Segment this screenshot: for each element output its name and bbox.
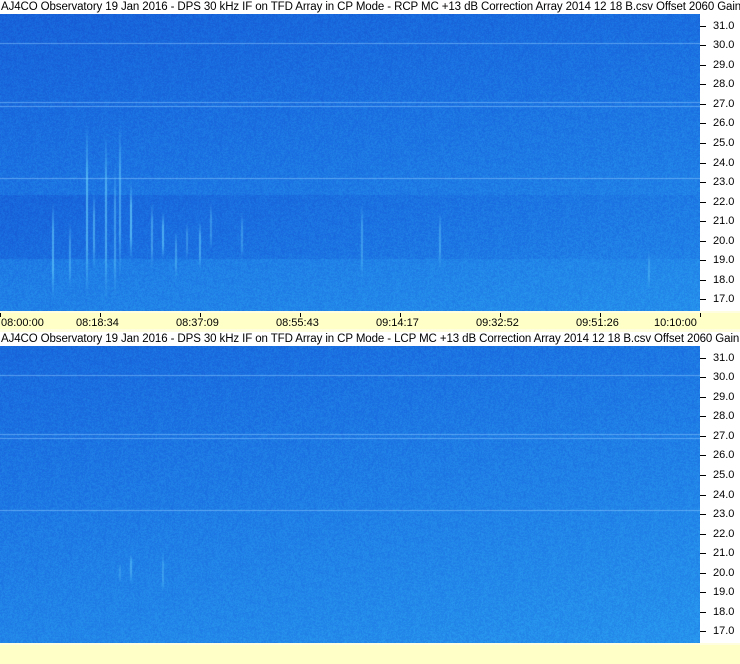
freq-tick-label: 28.0 — [713, 78, 735, 91]
freq-tick-mark — [700, 162, 706, 164]
time-tick-label: 08:37:09 — [176, 317, 219, 329]
freq-tick-label: 30.0 — [713, 39, 735, 52]
freq-tick-label: 24.0 — [713, 488, 735, 501]
freq-tick-label: 27.0 — [713, 97, 735, 110]
freq-tick-mark — [700, 240, 706, 242]
freq-tick-mark — [700, 435, 706, 437]
time-tick-label: 08:55:43 — [276, 317, 319, 329]
freq-tick-mark — [700, 396, 706, 398]
freq-tick-mark — [700, 553, 706, 555]
time-tick-label: 08:00:00 — [1, 317, 44, 329]
freq-tick-label: 22.0 — [713, 527, 735, 540]
freq-tick-mark — [700, 84, 706, 86]
rcp-frequency-axis: 31.0 30.0 29.0 28.0 27.0 26.0 25.0 24.0 23.0 22.0… — [700, 14, 740, 311]
lcp-title: AJ4CO Observatory 19 Jan 2016 - DPS 30 k… — [0, 332, 740, 346]
freq-tick-label: 31.0 — [713, 19, 735, 32]
rcp-spectrogram — [0, 14, 700, 311]
time-tick-label: 10:10:00 — [654, 317, 697, 329]
time-tick-label: 09:32:52 — [476, 317, 519, 329]
freq-tick-label: 24.0 — [713, 156, 735, 169]
freq-tick-mark — [700, 279, 706, 281]
freq-tick-mark — [700, 533, 706, 535]
freq-tick-label: 23.0 — [713, 176, 735, 189]
freq-tick-mark — [700, 103, 706, 105]
freq-tick-label: 19.0 — [713, 586, 735, 599]
freq-tick-mark — [700, 201, 706, 203]
freq-tick-label: 25.0 — [713, 136, 735, 149]
freq-tick-label: 26.0 — [713, 117, 735, 130]
freq-tick-mark — [700, 25, 706, 27]
freq-tick-mark — [700, 377, 706, 379]
freq-tick-label: 29.0 — [713, 390, 735, 403]
lcp-bottom-bar — [0, 645, 740, 664]
lcp-frequency-axis: 31.0 30.0 29.0 28.0 27.0 26.0 25.0 24.0 23.0 22.0… — [700, 346, 740, 643]
freq-tick-label: 20.0 — [713, 566, 735, 579]
freq-tick-label: 27.0 — [713, 429, 735, 442]
freq-tick-label: 19.0 — [713, 254, 735, 267]
lcp-panel: AJ4CO Observatory 19 Jan 2016 - DPS 30 k… — [0, 332, 740, 664]
freq-tick-mark — [700, 260, 706, 262]
freq-tick-label: 29.0 — [713, 58, 735, 71]
freq-tick-label: 21.0 — [713, 547, 735, 560]
freq-tick-mark — [700, 45, 706, 47]
time-tick-mark — [700, 313, 701, 317]
freq-tick-label: 31.0 — [713, 351, 735, 364]
time-tick-label: 08:18:34 — [76, 317, 119, 329]
lcp-spectrogram — [0, 346, 700, 643]
time-tick-label: 09:51:26 — [576, 317, 619, 329]
freq-tick-label: 17.0 — [713, 625, 735, 638]
rcp-title: AJ4CO Observatory 19 Jan 2016 - DPS 30 k… — [0, 0, 740, 14]
freq-tick-label: 22.0 — [713, 195, 735, 208]
freq-tick-mark — [700, 221, 706, 223]
freq-tick-mark — [700, 299, 706, 301]
freq-tick-mark — [700, 514, 706, 516]
freq-tick-mark — [700, 631, 706, 633]
freq-tick-label: 28.0 — [713, 410, 735, 423]
freq-tick-mark — [700, 592, 706, 594]
freq-tick-label: 25.0 — [713, 468, 735, 481]
time-axis: 08:00:00 08:18:34 08:37:09 08:55:43 09:14:17… — [0, 313, 740, 329]
rcp-panel: AJ4CO Observatory 19 Jan 2016 - DPS 30 k… — [0, 0, 740, 332]
freq-tick-mark — [700, 455, 706, 457]
freq-tick-mark — [700, 182, 706, 184]
freq-tick-label: 18.0 — [713, 605, 735, 618]
freq-tick-mark — [700, 474, 706, 476]
freq-tick-label: 21.0 — [713, 215, 735, 228]
freq-tick-mark — [700, 64, 706, 66]
freq-tick-mark — [700, 357, 706, 359]
freq-tick-label: 18.0 — [713, 273, 735, 286]
freq-tick-mark — [700, 123, 706, 125]
time-tick-label: 09:14:17 — [376, 317, 419, 329]
freq-tick-mark — [700, 611, 706, 613]
freq-tick-label: 30.0 — [713, 371, 735, 384]
freq-tick-label: 20.0 — [713, 234, 735, 247]
freq-tick-mark — [700, 572, 706, 574]
freq-tick-mark — [700, 494, 706, 496]
freq-tick-mark — [700, 416, 706, 418]
freq-tick-label: 23.0 — [713, 508, 735, 521]
freq-tick-mark — [700, 142, 706, 144]
freq-tick-label: 17.0 — [713, 293, 735, 306]
freq-tick-label: 26.0 — [713, 449, 735, 462]
